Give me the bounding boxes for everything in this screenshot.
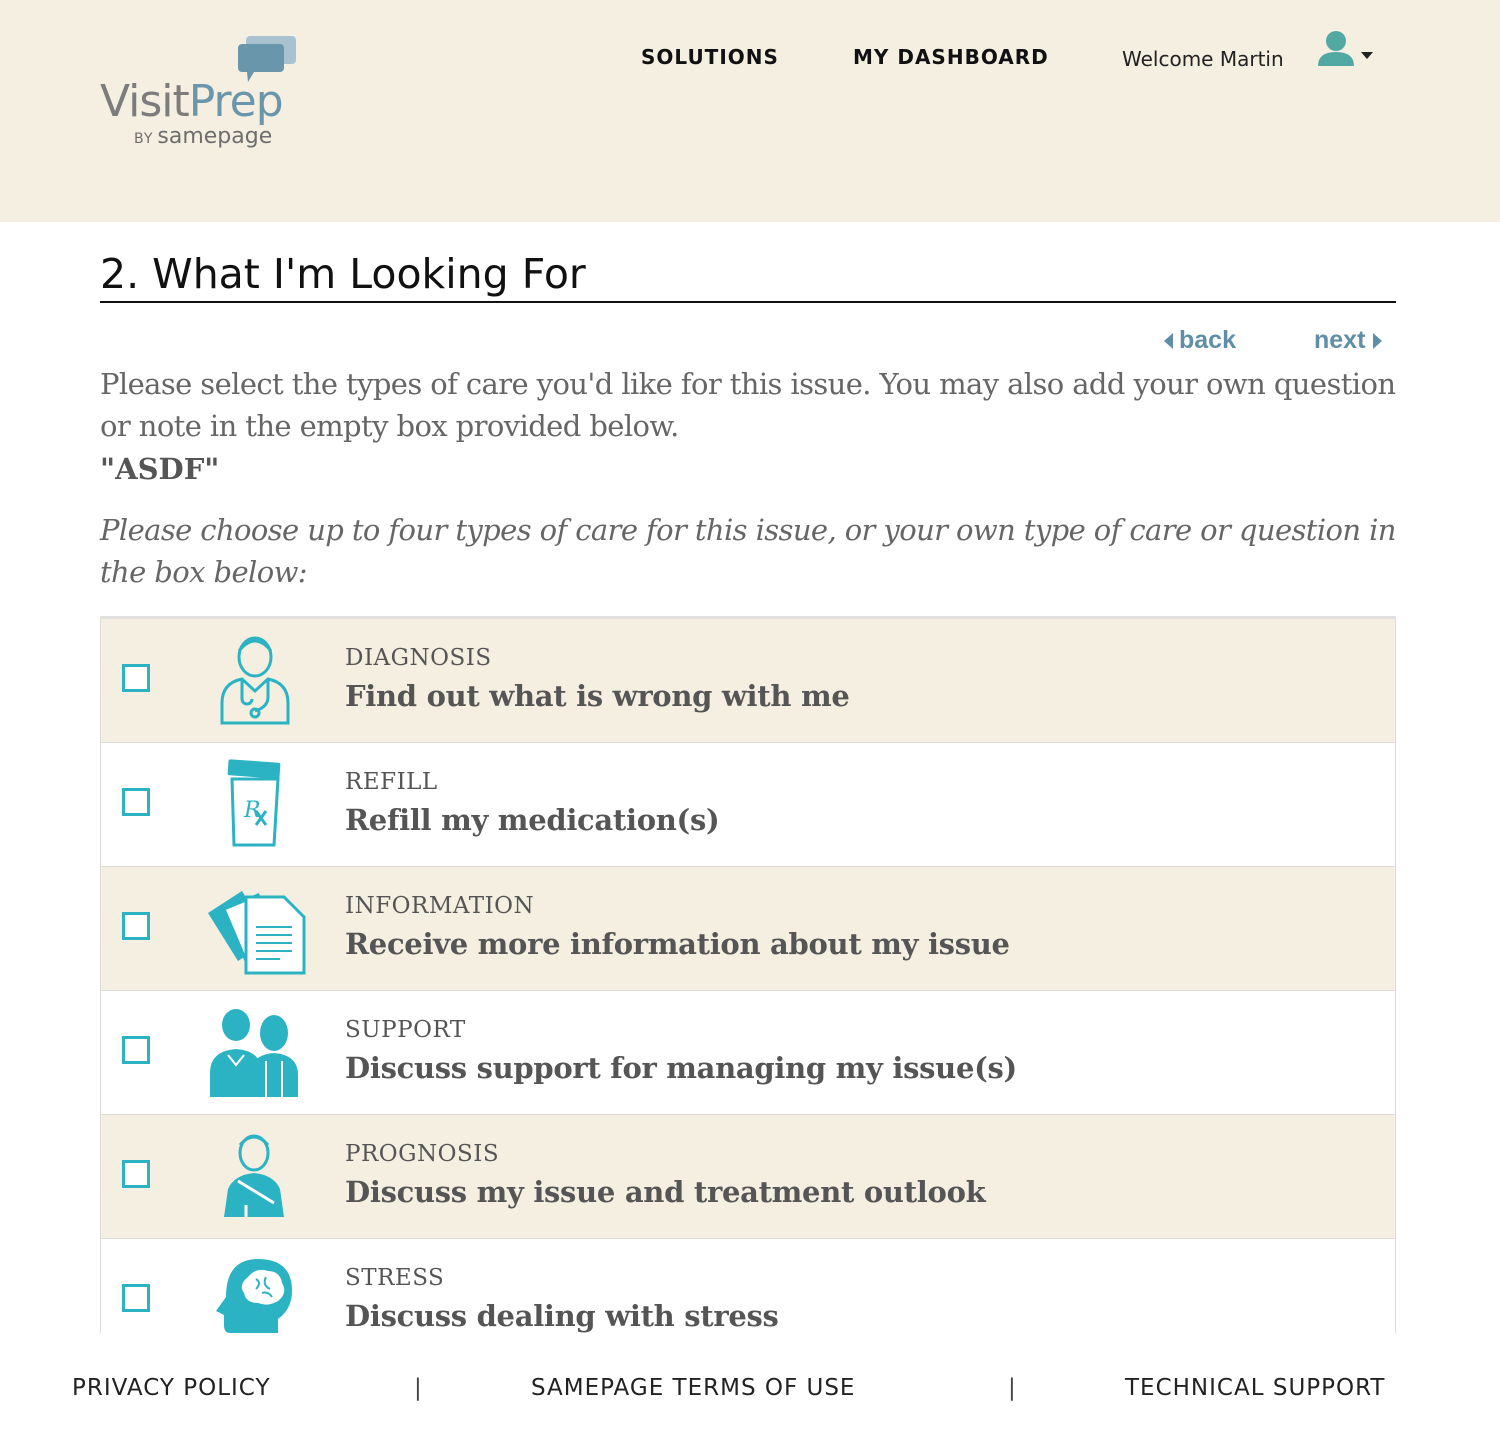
care-option-information[interactable]: INFORMATION Receive more information abo… (100, 867, 1396, 991)
next-link[interactable]: next (1314, 326, 1383, 355)
patient-sling-icon (224, 1134, 284, 1217)
next-label: next (1314, 326, 1366, 354)
back-link[interactable]: back (1164, 326, 1236, 355)
doctor-icon (220, 636, 290, 725)
care-option-support[interactable]: SUPPORT Discuss support for managing my … (100, 991, 1396, 1115)
terms-of-use-link[interactable]: SAMEPAGE TERMS OF USE (531, 1375, 855, 1401)
care-option-prognosis[interactable]: PROGNOSIS Discuss my issue and treatment… (100, 1115, 1396, 1239)
care-type-label: STRESS (345, 1265, 445, 1291)
nav-my-dashboard[interactable]: MY DASHBOARD (853, 45, 1049, 69)
care-description: Discuss support for managing my issue(s) (345, 1051, 1017, 1085)
nav-solutions[interactable]: SOLUTIONS (641, 45, 779, 69)
prescription-bottle-icon: R (227, 759, 281, 847)
head-brain-icon (216, 1259, 292, 1336)
page-title: 2. What I'm Looking For (100, 250, 586, 298)
prognosis-checkbox[interactable] (122, 1160, 150, 1188)
refill-checkbox[interactable] (122, 788, 150, 816)
care-type-label: INFORMATION (345, 893, 535, 919)
care-type-label: DIAGNOSIS (345, 645, 492, 671)
svg-text:R: R (243, 798, 261, 823)
footer-separator: | (1008, 1375, 1016, 1401)
chevron-right-icon (1373, 333, 1383, 350)
title-divider (100, 301, 1396, 303)
visitprep-logo[interactable]: VisitPrep BY samepage (100, 30, 300, 160)
technical-support-link[interactable]: TECHNICAL SUPPORT (1125, 1375, 1385, 1401)
support-checkbox[interactable] (122, 1036, 150, 1064)
care-options-list[interactable]: DIAGNOSIS Find out what is wrong with me… (100, 616, 1396, 1336)
care-description: Discuss dealing with stress (345, 1299, 779, 1333)
welcome-text: Welcome Martin (1122, 47, 1284, 71)
care-option-diagnosis[interactable]: DIAGNOSIS Find out what is wrong with me (100, 619, 1396, 743)
care-type-label: REFILL (345, 769, 438, 795)
information-checkbox[interactable] (122, 912, 150, 940)
intro-text: Please select the types of care you'd li… (100, 367, 1396, 443)
care-type-label: SUPPORT (345, 1017, 466, 1043)
diagnosis-checkbox[interactable] (122, 664, 150, 692)
choose-prompt: Please choose up to four types of care f… (100, 513, 1396, 589)
footer-separator: | (414, 1375, 422, 1401)
documents-icon (208, 891, 306, 975)
care-description: Discuss my issue and treatment outlook (345, 1175, 986, 1209)
care-description: Receive more information about my issue (345, 927, 1010, 961)
care-option-refill[interactable]: R REFILL Refill my medication(s) (100, 743, 1396, 867)
privacy-policy-link[interactable]: PRIVACY POLICY (72, 1375, 271, 1401)
care-option-stress[interactable]: STRESS Discuss dealing with stress (100, 1239, 1396, 1336)
care-type-label: PROGNOSIS (345, 1141, 500, 1167)
header: VisitPrep BY samepage SOLUTIONS MY DASHBO… (0, 0, 1500, 222)
back-label: back (1179, 326, 1236, 354)
logo-wordmark: VisitPrep (100, 76, 284, 127)
care-description: Refill my medication(s) (345, 803, 720, 837)
stress-checkbox[interactable] (122, 1284, 150, 1312)
care-description: Find out what is wrong with me (345, 679, 850, 713)
people-support-icon (210, 1009, 298, 1097)
user-avatar-icon (1318, 31, 1354, 66)
chevron-left-icon (1164, 333, 1173, 350)
footer: PRIVACY POLICY | SAMEPAGE TERMS OF USE |… (0, 1333, 1500, 1442)
user-menu[interactable] (1318, 30, 1374, 70)
issue-name: "ASDF" (100, 452, 220, 486)
logo-byline: BY samepage (134, 124, 273, 149)
chevron-down-icon (1361, 52, 1373, 59)
